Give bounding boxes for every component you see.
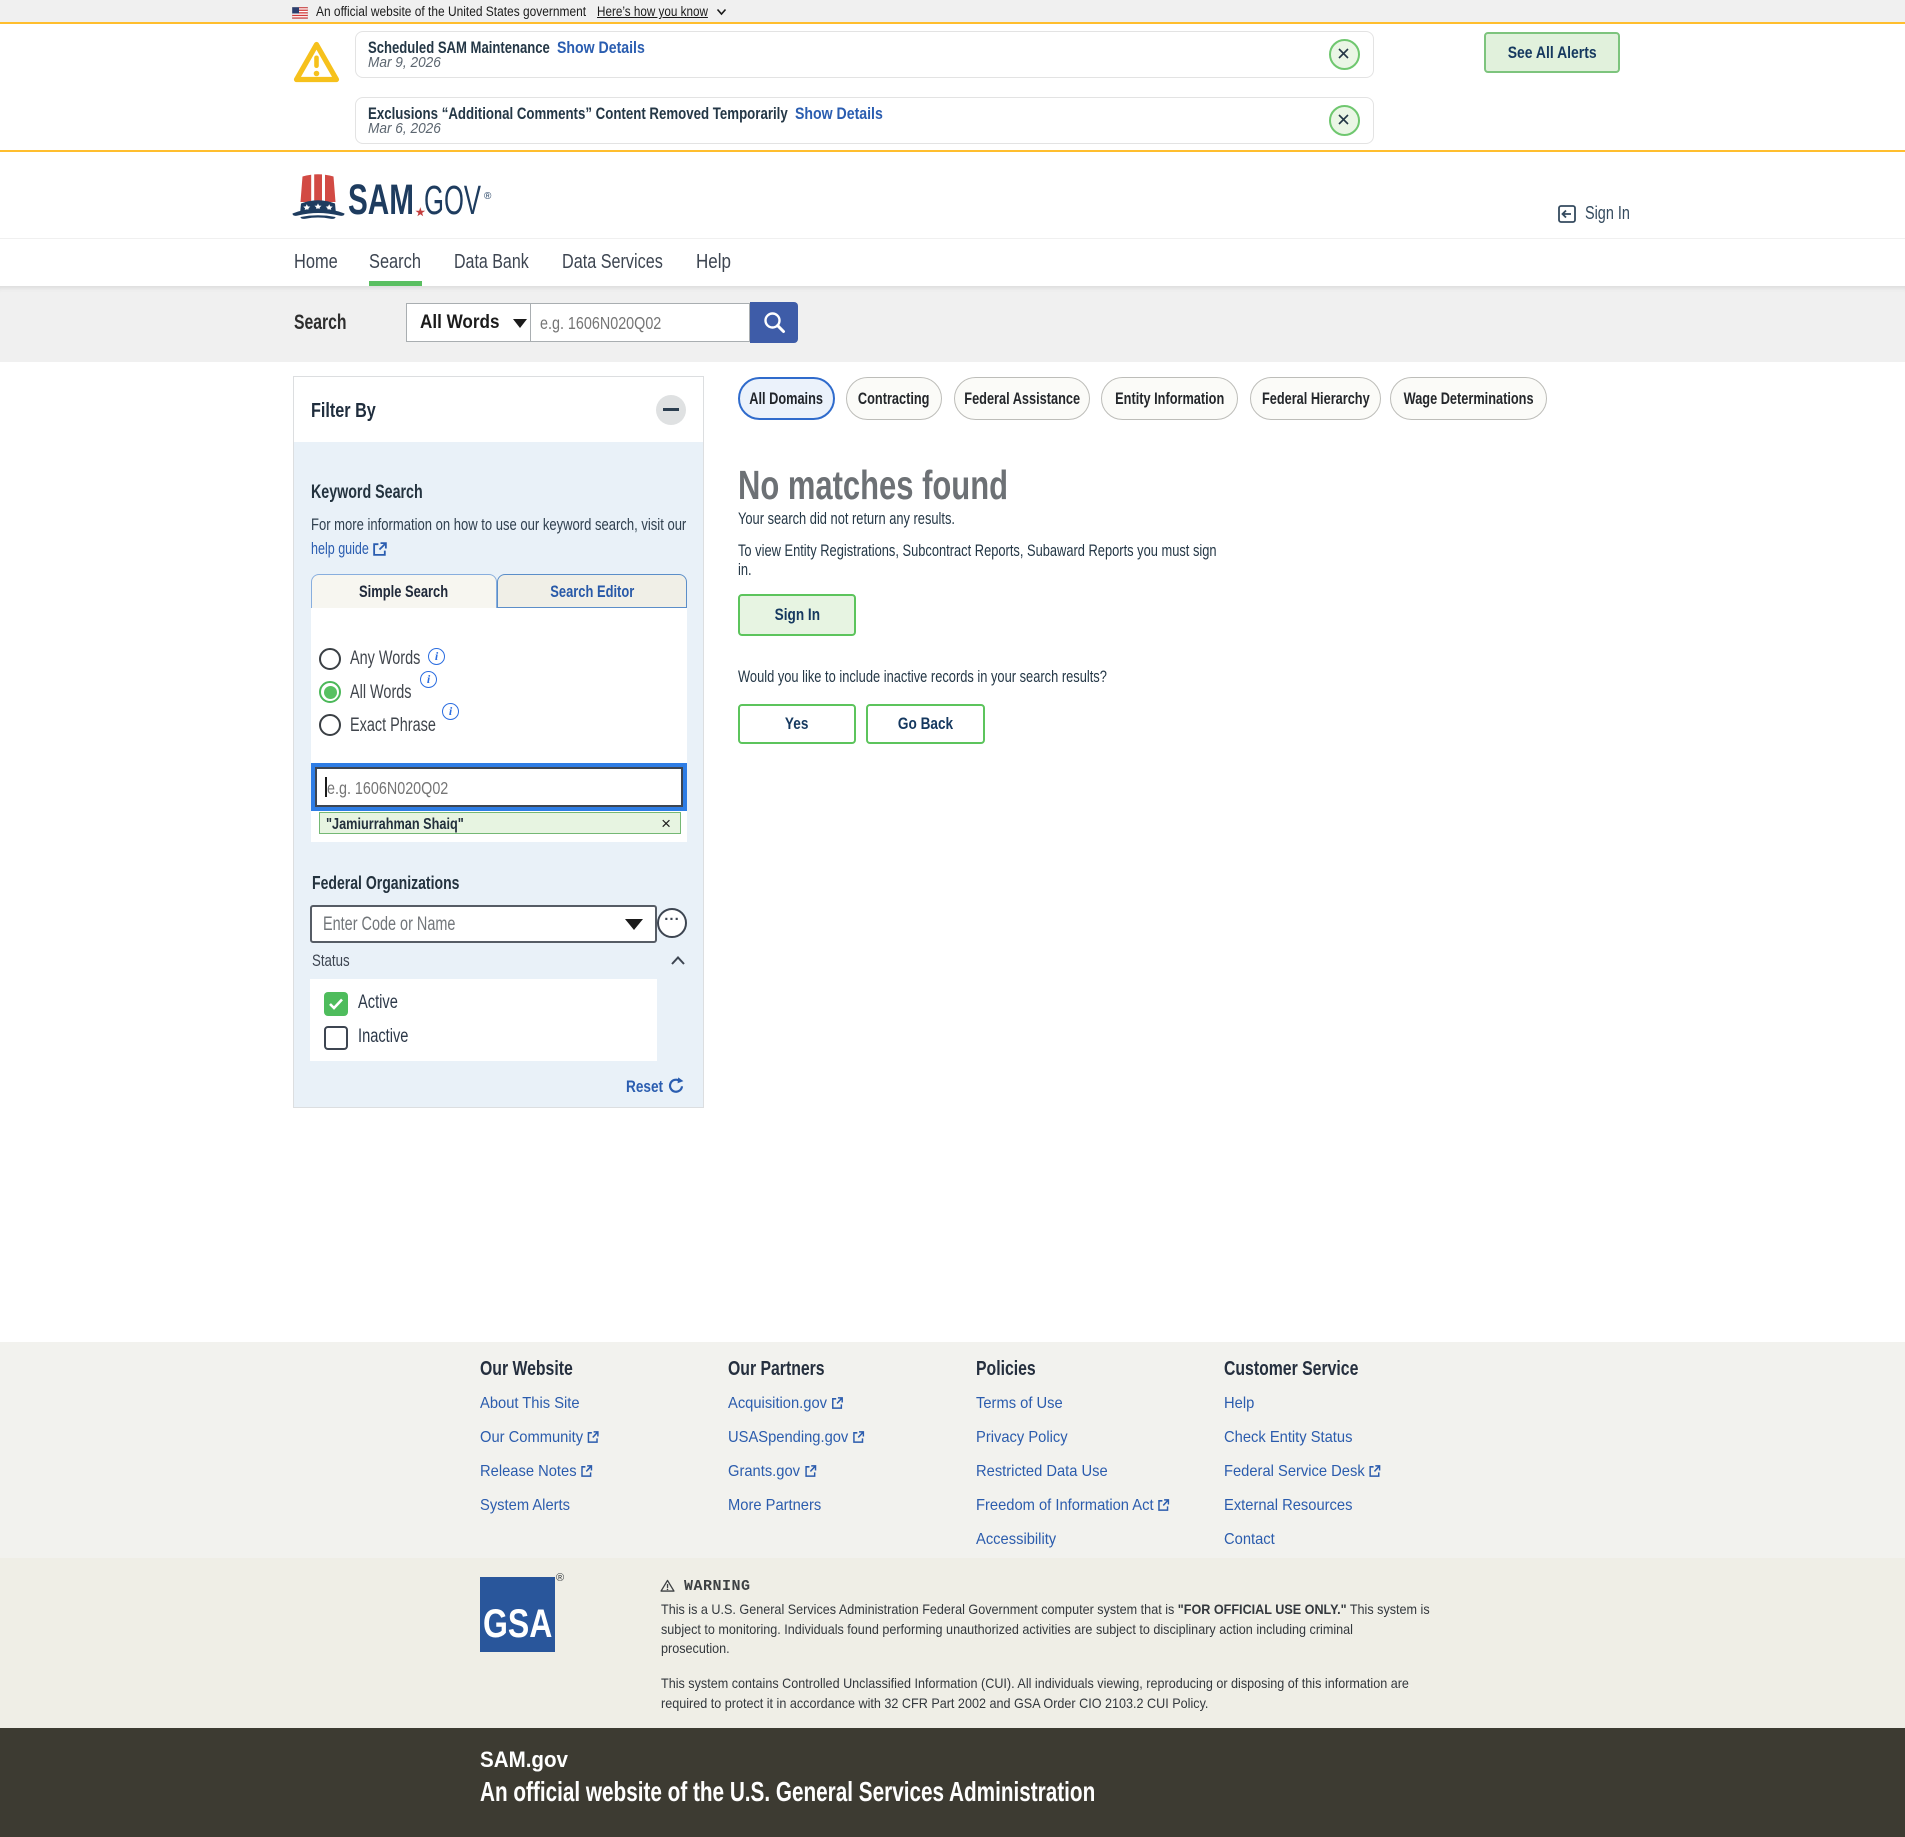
svg-text:GOV: GOV [424,177,481,222]
svg-text:SAM: SAM [348,176,414,222]
svg-text:®: ® [484,191,492,202]
